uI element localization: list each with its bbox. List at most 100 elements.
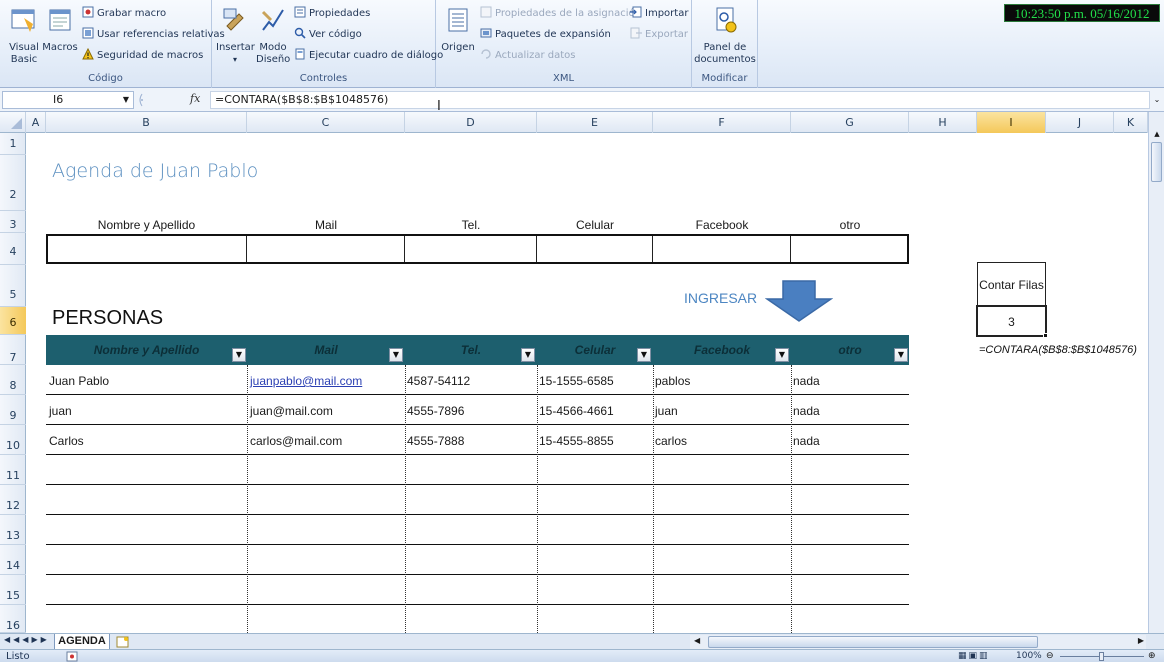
row-header-4[interactable]: 4 — [0, 233, 26, 265]
panel-documentos-button[interactable]: Panel de documentos — [694, 6, 756, 66]
row-header-12[interactable]: 12 — [0, 485, 26, 515]
cell-otro[interactable]: nada — [793, 404, 820, 418]
row-header-7[interactable]: 7 — [0, 335, 26, 365]
row-header-5[interactable]: 5 — [0, 265, 26, 307]
filter-dropdown-icon[interactable]: ▼ — [389, 348, 403, 362]
input-cell-celular[interactable] — [537, 236, 653, 262]
column-header-d[interactable]: D — [405, 112, 537, 133]
cell-otro[interactable]: nada — [793, 374, 820, 388]
macro-record-icon[interactable] — [66, 651, 78, 662]
input-cell-tel[interactable] — [405, 236, 537, 262]
column-header-e[interactable]: E — [537, 112, 653, 133]
horizontal-scrollbar[interactable]: ◀ ▶ — [690, 635, 1146, 649]
cell-mail[interactable]: juan@mail.com — [250, 404, 333, 418]
cell-celular[interactable]: 15-4555-8855 — [539, 434, 614, 448]
insertar-button[interactable]: Insertar ▾ — [216, 6, 255, 66]
row-header-1[interactable]: 1 — [0, 133, 26, 155]
scroll-up-icon[interactable]: ▲ — [1149, 130, 1164, 142]
ingresar-label[interactable]: INGRESAR — [684, 290, 757, 306]
filter-dropdown-icon[interactable]: ▼ — [894, 348, 908, 362]
propiedades-asignacion-button[interactable]: Propiedades de la asignación — [480, 6, 641, 22]
ver-codigo-button[interactable]: Ver código — [294, 27, 362, 43]
row-header-13[interactable]: 13 — [0, 515, 26, 545]
ingresar-arrow-icon[interactable] — [765, 279, 833, 323]
input-cell-mail[interactable] — [247, 236, 405, 262]
name-box[interactable]: I6 ▼ — [2, 91, 134, 109]
zoom-out-icon[interactable]: ⊖ — [1046, 650, 1054, 662]
column-header-k[interactable]: K — [1114, 112, 1148, 133]
scroll-left-icon[interactable]: ◀ — [694, 636, 700, 645]
cell-nombre[interactable]: juan — [49, 404, 72, 418]
ejecutar-dialogo-button[interactable]: Ejecutar cuadro de diálogo — [294, 48, 443, 64]
fill-handle[interactable] — [1043, 333, 1048, 338]
filter-dropdown-icon[interactable]: ▼ — [637, 348, 651, 362]
grabar-macro-button[interactable]: Grabar macro — [82, 6, 166, 22]
select-all-corner[interactable] — [0, 112, 26, 133]
view-buttons[interactable]: ▦▣▥ — [958, 651, 990, 661]
table-row-empty[interactable] — [46, 545, 909, 575]
column-header-g[interactable]: G — [791, 112, 909, 133]
usar-referencias-button[interactable]: Usar referencias relativas — [82, 27, 225, 43]
vertical-scroll-thumb[interactable] — [1151, 142, 1162, 182]
macros-button[interactable]: Macros — [42, 6, 78, 54]
input-cell-otro[interactable] — [791, 236, 907, 262]
horizontal-scroll-thumb[interactable] — [708, 636, 1038, 648]
table-row-empty[interactable] — [46, 485, 909, 515]
contar-filas-button[interactable]: Contar Filas — [977, 262, 1046, 306]
table-row-empty[interactable] — [46, 515, 909, 545]
tab-agenda[interactable]: AGENDA — [54, 634, 110, 650]
zoom-in-icon[interactable]: ⊕ — [1148, 650, 1156, 662]
filter-dropdown-icon[interactable]: ▼ — [232, 348, 246, 362]
cell-mail-link[interactable]: juanpablo@mail.com — [250, 374, 362, 388]
formula-input[interactable]: =CONTARA($B$8:$B$1048576) — [210, 91, 1150, 109]
column-header-j[interactable]: J — [1046, 112, 1114, 133]
tab-navigation-icons[interactable]: ◀◀◀▶▶ — [4, 635, 50, 644]
table-row-empty[interactable] — [46, 575, 909, 605]
cell-facebook[interactable]: juan — [655, 404, 678, 418]
row-header-16[interactable]: 16 — [0, 605, 26, 633]
row-header-8[interactable]: 8 — [0, 365, 26, 395]
table-row-empty[interactable] — [46, 455, 909, 485]
column-header-h[interactable]: H — [909, 112, 977, 133]
paquetes-expansion-button[interactable]: Paquetes de expansión — [480, 27, 611, 43]
cell-celular[interactable]: 15-4566-4661 — [539, 404, 614, 418]
importar-button[interactable]: Importar — [630, 6, 688, 22]
column-header-f[interactable]: F — [653, 112, 791, 133]
cell-facebook[interactable]: pablos — [655, 374, 690, 388]
column-header-b[interactable]: B — [46, 112, 247, 133]
row-header-3[interactable]: 3 — [0, 211, 26, 233]
origen-button[interactable]: Origen — [440, 6, 476, 54]
seguridad-macros-button[interactable]: Seguridad de macros — [82, 48, 203, 64]
row-header-6[interactable]: 6 — [0, 307, 26, 335]
row-header-9[interactable]: 9 — [0, 395, 26, 425]
zoom-level[interactable]: 100% — [1016, 650, 1042, 662]
exportar-button[interactable]: Exportar — [630, 27, 688, 43]
cell-nombre[interactable]: Carlos — [49, 434, 84, 448]
vertical-scrollbar[interactable]: ▲ — [1148, 112, 1164, 633]
cell-mail[interactable]: carlos@mail.com — [250, 434, 342, 448]
cell-tel[interactable]: 4555-7896 — [407, 404, 464, 418]
filter-dropdown-icon[interactable]: ▼ — [521, 348, 535, 362]
column-header-i[interactable]: I — [977, 112, 1046, 133]
modo-diseno-button[interactable]: Modo Diseño — [256, 6, 290, 66]
row-header-14[interactable]: 14 — [0, 545, 26, 575]
cell-tel[interactable]: 4587-54112 — [407, 374, 470, 388]
input-cell-nombre[interactable] — [48, 236, 247, 262]
cell-facebook[interactable]: carlos — [655, 434, 687, 448]
scroll-right-icon[interactable]: ▶ — [1138, 636, 1144, 645]
new-sheet-icon[interactable] — [116, 636, 132, 648]
row-header-11[interactable]: 11 — [0, 455, 26, 485]
insert-function-icon[interactable]: fx — [190, 92, 200, 105]
zoom-slider[interactable] — [1060, 652, 1144, 661]
row-header-15[interactable]: 15 — [0, 575, 26, 605]
expand-formula-icon[interactable]: ⌄ — [1152, 91, 1162, 109]
column-header-a[interactable]: A — [26, 112, 46, 133]
actualizar-datos-button[interactable]: Actualizar datos — [480, 48, 576, 64]
row-header-10[interactable]: 10 — [0, 425, 26, 455]
cell-otro[interactable]: nada — [793, 434, 820, 448]
row-header-2[interactable]: 2 — [0, 155, 26, 211]
chevron-down-icon[interactable]: ▼ — [123, 92, 129, 108]
cell-nombre[interactable]: Juan Pablo — [49, 374, 109, 388]
cell-tel[interactable]: 4555-7888 — [407, 434, 464, 448]
cell-celular[interactable]: 15-1555-6585 — [539, 374, 614, 388]
